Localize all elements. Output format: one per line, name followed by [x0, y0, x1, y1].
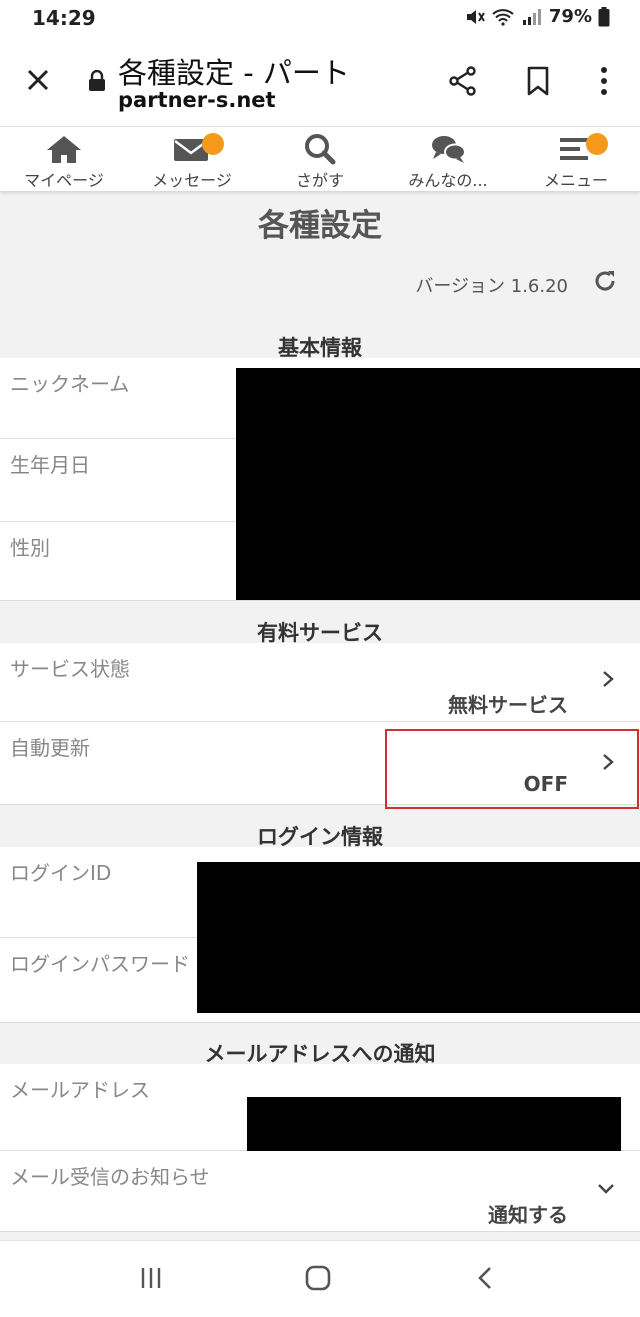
site-nav: マイページ メッセージ さがす みんなの... メニュー — [0, 127, 640, 191]
nav-search-label: さがす — [295, 171, 344, 190]
mail-notify-value: 通知する — [488, 1203, 568, 1227]
nav-menu-label: メニュー — [543, 171, 608, 190]
signal-icon — [522, 8, 541, 25]
status-time: 14:29 — [32, 6, 96, 30]
share-icon[interactable] — [448, 66, 478, 96]
battery-percent: 79% — [548, 6, 592, 27]
mute-icon — [466, 9, 485, 24]
browser-toolbar: 各種設定 - パート partner-s.net — [0, 36, 640, 127]
nav-mypage[interactable]: マイページ — [0, 127, 128, 191]
wifi-icon — [492, 8, 514, 26]
settings-heading: 各種設定 — [258, 208, 382, 244]
refresh-icon[interactable] — [592, 268, 618, 294]
nav-mypage-label: マイページ — [24, 171, 104, 190]
lock-icon — [89, 70, 105, 91]
redacted-block-login — [197, 862, 640, 1013]
login-password-label: ログインパスワード — [10, 952, 190, 976]
gender-label: 性別 — [10, 536, 50, 560]
nav-menu[interactable]: メニュー — [512, 127, 640, 191]
status-bar: 14:29 79% — [0, 0, 640, 36]
chevron-down-icon — [598, 1184, 614, 1194]
row-mail-notify[interactable]: メール受信のお知らせ 通知する — [0, 1151, 640, 1232]
nav-message-label: メッセージ — [152, 171, 232, 190]
bookmark-icon[interactable] — [526, 66, 550, 96]
nav-search[interactable]: さがす — [256, 127, 384, 191]
close-icon[interactable] — [24, 66, 52, 94]
mail-notify-label: メール受信のお知らせ — [10, 1165, 210, 1189]
nav-message[interactable]: メッセージ — [128, 127, 256, 191]
auto-renew-highlight — [385, 729, 639, 809]
more-vert-icon[interactable] — [598, 66, 610, 96]
chevron-right-icon — [603, 671, 614, 687]
nickname-label: ニックネーム — [10, 372, 130, 396]
nav-community[interactable]: みんなの... — [384, 127, 512, 191]
home-button-icon[interactable] — [304, 1265, 332, 1291]
page-domain: partner-s.net — [118, 88, 276, 112]
menu-badge — [586, 133, 608, 155]
message-badge — [202, 133, 224, 155]
system-nav-bar — [0, 1240, 640, 1317]
auto-renew-label: 自動更新 — [10, 736, 90, 760]
page-title: 各種設定 - パート — [118, 56, 350, 90]
service-status-label: サービス状態 — [10, 657, 130, 681]
status-icons: 79% — [465, 6, 610, 27]
chat-icon — [432, 136, 466, 163]
redacted-block-mail — [247, 1097, 621, 1152]
search-icon — [305, 134, 336, 165]
birthday-label: 生年月日 — [10, 453, 90, 477]
nav-community-label: みんなの... — [408, 171, 488, 190]
login-id-label: ログインID — [10, 861, 112, 885]
recent-apps-icon[interactable] — [138, 1265, 164, 1291]
battery-icon — [598, 6, 610, 26]
service-status-value: 無料サービス — [448, 693, 568, 717]
version-text: バージョン 1.6.20 — [415, 276, 568, 297]
back-icon[interactable] — [474, 1265, 496, 1291]
row-service-status[interactable]: サービス状態 無料サービス — [0, 643, 640, 722]
mail-address-label: メールアドレス — [10, 1078, 150, 1102]
home-icon — [47, 136, 81, 163]
redacted-block-basic — [236, 368, 640, 600]
